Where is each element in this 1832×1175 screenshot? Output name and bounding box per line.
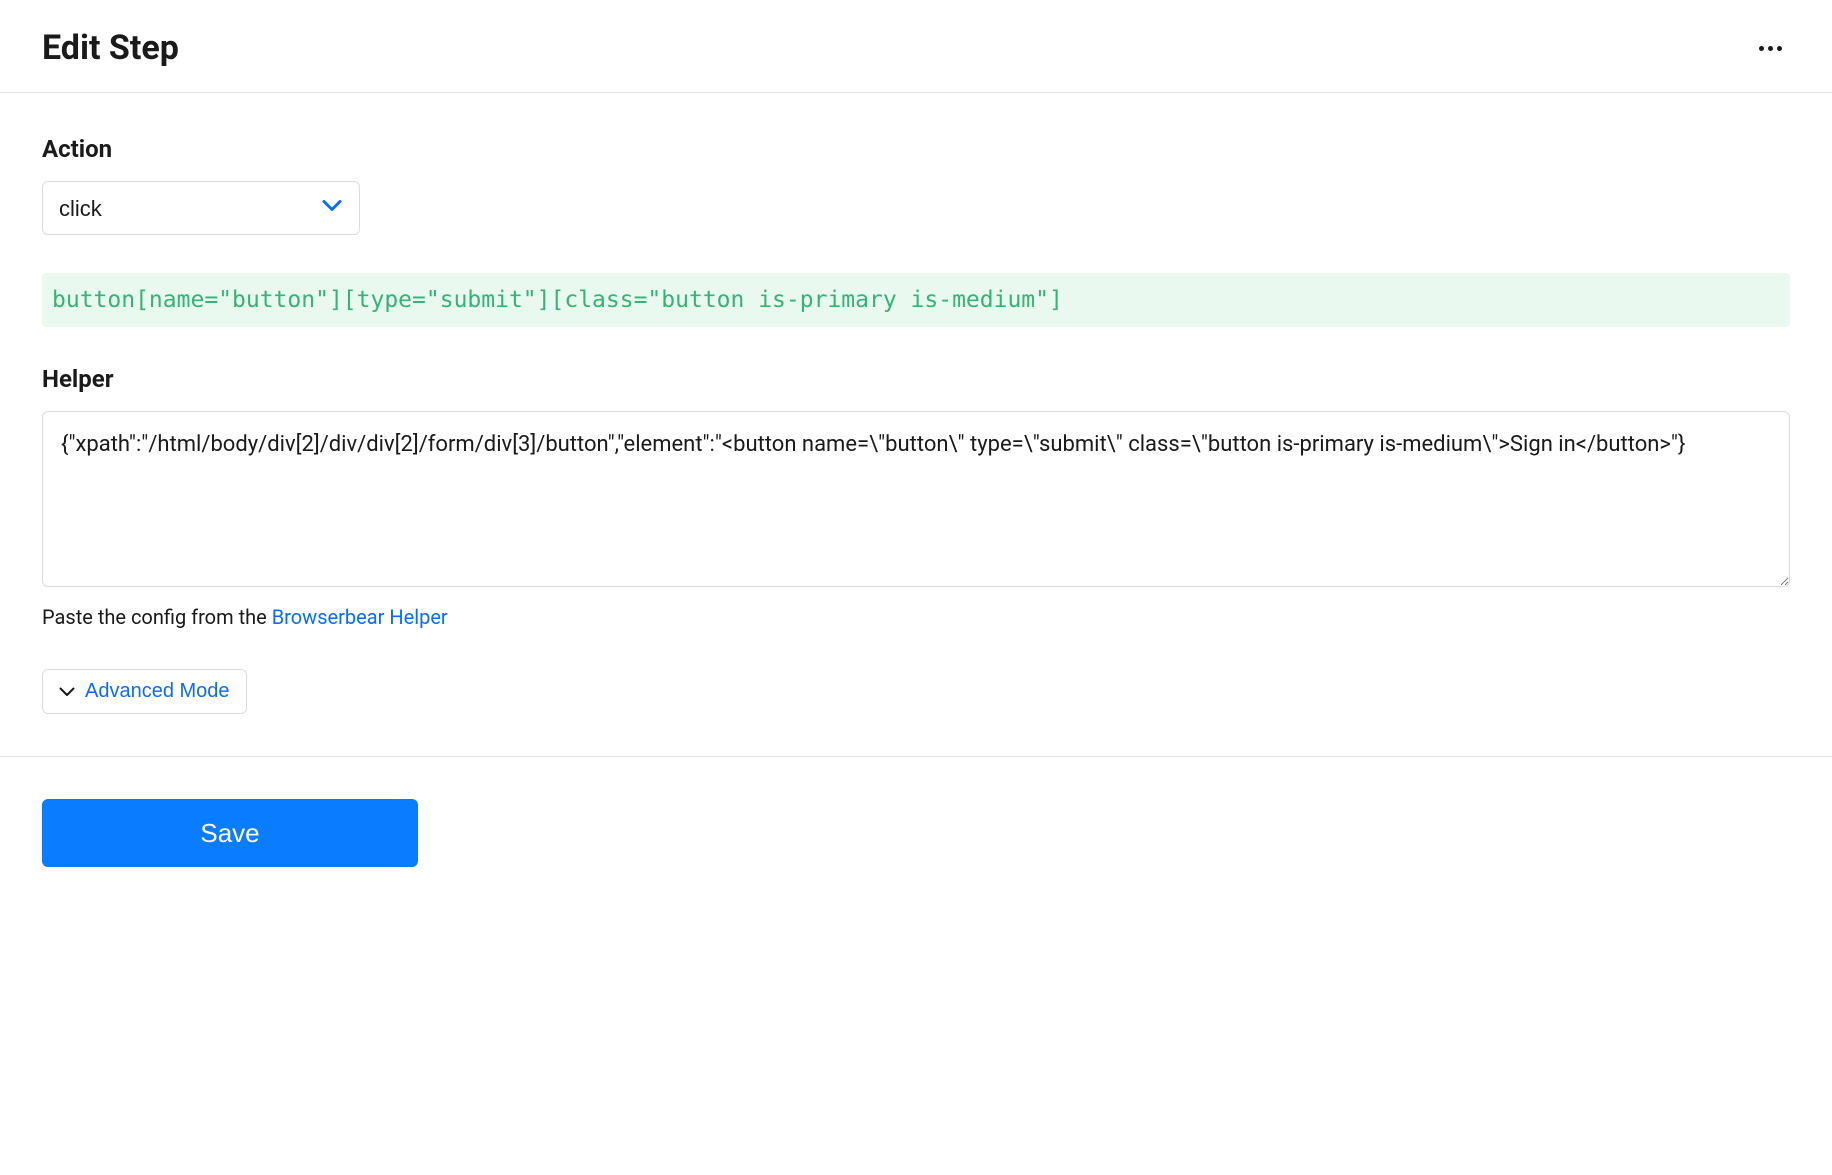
save-button[interactable]: Save [42, 799, 418, 867]
advanced-mode-button[interactable]: Advanced Mode [42, 669, 247, 714]
selector-display: button[name="button"][type="submit"][cla… [42, 273, 1790, 327]
action-label: Action [42, 135, 1790, 163]
action-select-wrapper: click [42, 181, 360, 235]
advanced-mode-label: Advanced Mode [85, 680, 230, 703]
footer: Save [0, 757, 1832, 909]
chevron-down-icon [59, 680, 75, 703]
header: Edit Step [0, 0, 1832, 93]
helper-textarea[interactable] [42, 411, 1790, 587]
helper-hint: Paste the config from the Browserbear He… [42, 605, 1790, 629]
page-title: Edit Step [42, 28, 179, 68]
helper-hint-prefix: Paste the config from the [42, 605, 272, 629]
helper-label: Helper [42, 365, 1790, 393]
edit-step-container: Edit Step Action click button[name="butt… [0, 0, 1832, 909]
content-area: Action click button[name="button"][type=… [0, 93, 1832, 714]
action-select[interactable]: click [42, 181, 360, 235]
more-options-icon[interactable] [1751, 38, 1790, 59]
browserbear-helper-link[interactable]: Browserbear Helper [272, 605, 448, 629]
